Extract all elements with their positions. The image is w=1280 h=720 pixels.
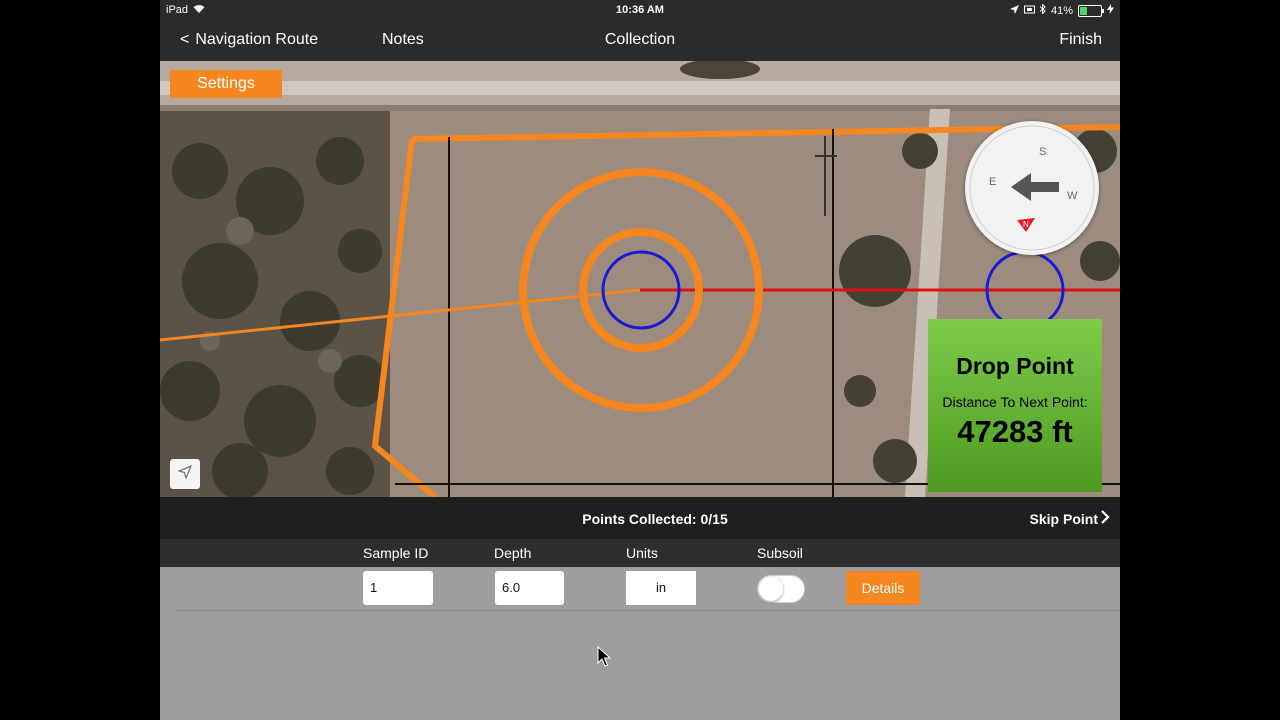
row-divider: [175, 610, 1120, 611]
settings-button[interactable]: Settings: [170, 70, 282, 98]
location-arrow-icon: [177, 464, 193, 484]
details-button[interactable]: Details: [846, 571, 920, 605]
sample-id-header: Sample ID: [363, 545, 429, 561]
chevron-left-icon: <: [180, 31, 190, 48]
top-bar: iPad 10:36 AM 41% < Navigation Route Not…: [160, 0, 1120, 61]
battery-percent: 41%: [1050, 4, 1073, 17]
charging-icon: [1107, 4, 1114, 17]
status-bar: iPad 10:36 AM 41%: [160, 0, 1120, 22]
navigation-bar: < Navigation Route Notes Collection Fini…: [160, 22, 1120, 61]
direction-arrow-icon: [1011, 173, 1059, 201]
mouse-cursor-icon: [597, 645, 612, 673]
status-time: 10:36 AM: [616, 4, 664, 16]
finish-button[interactable]: Finish: [1059, 31, 1102, 49]
distance-label: Distance To Next Point:: [942, 394, 1088, 410]
bluetooth-icon: [1039, 3, 1046, 17]
chevron-right-icon: [1100, 510, 1110, 527]
units-header: Units: [626, 545, 658, 561]
sample-id-field[interactable]: 1: [363, 571, 433, 605]
subsoil-toggle[interactable]: [757, 575, 805, 603]
units-select[interactable]: in: [626, 571, 696, 605]
depth-header: Depth: [494, 545, 532, 561]
battery-icon: [1078, 4, 1104, 17]
drop-point-panel[interactable]: Drop Point Distance To Next Point: 47283…: [928, 319, 1102, 492]
form-header-row: Sample ID Depth Units Subsoil: [160, 539, 1120, 567]
depth-field[interactable]: 6.0: [495, 571, 564, 605]
location-icon: [1009, 4, 1019, 17]
skip-point-label: Skip Point: [1029, 510, 1098, 527]
subsoil-header: Subsoil: [757, 545, 803, 561]
locate-me-button[interactable]: [170, 459, 200, 489]
compass-dial: S W N E: [969, 125, 1095, 251]
compass: S W N E: [965, 121, 1099, 255]
sample-row: 1 6.0 in Details: [160, 567, 1120, 611]
notes-button[interactable]: Notes: [382, 31, 424, 49]
satellite-map[interactable]: Settings S W N E Drop Point Distance To …: [160, 61, 1120, 497]
compass-e-label: E: [989, 176, 996, 188]
compass-s-label: S: [1039, 146, 1046, 158]
distance-value: 47283 ft: [957, 414, 1073, 449]
toggle-knob: [759, 577, 783, 601]
drop-point-title: Drop Point: [956, 353, 1074, 379]
compass-n-label: N: [1023, 220, 1029, 229]
back-button[interactable]: < Navigation Route: [180, 31, 318, 49]
screen-rotation-icon: [1023, 5, 1035, 17]
battery-fill: [1080, 6, 1087, 15]
points-bar: Points Collected: 0/15 Skip Point: [160, 497, 1120, 539]
points-collected: Points Collected: 0/15: [582, 511, 728, 527]
ipad-screen: iPad 10:36 AM 41% < Navigation Route Not…: [160, 0, 1120, 720]
back-button-label: Navigation Route: [195, 31, 319, 48]
skip-point-button[interactable]: Skip Point: [1030, 510, 1110, 527]
compass-w-label: W: [1067, 190, 1078, 202]
